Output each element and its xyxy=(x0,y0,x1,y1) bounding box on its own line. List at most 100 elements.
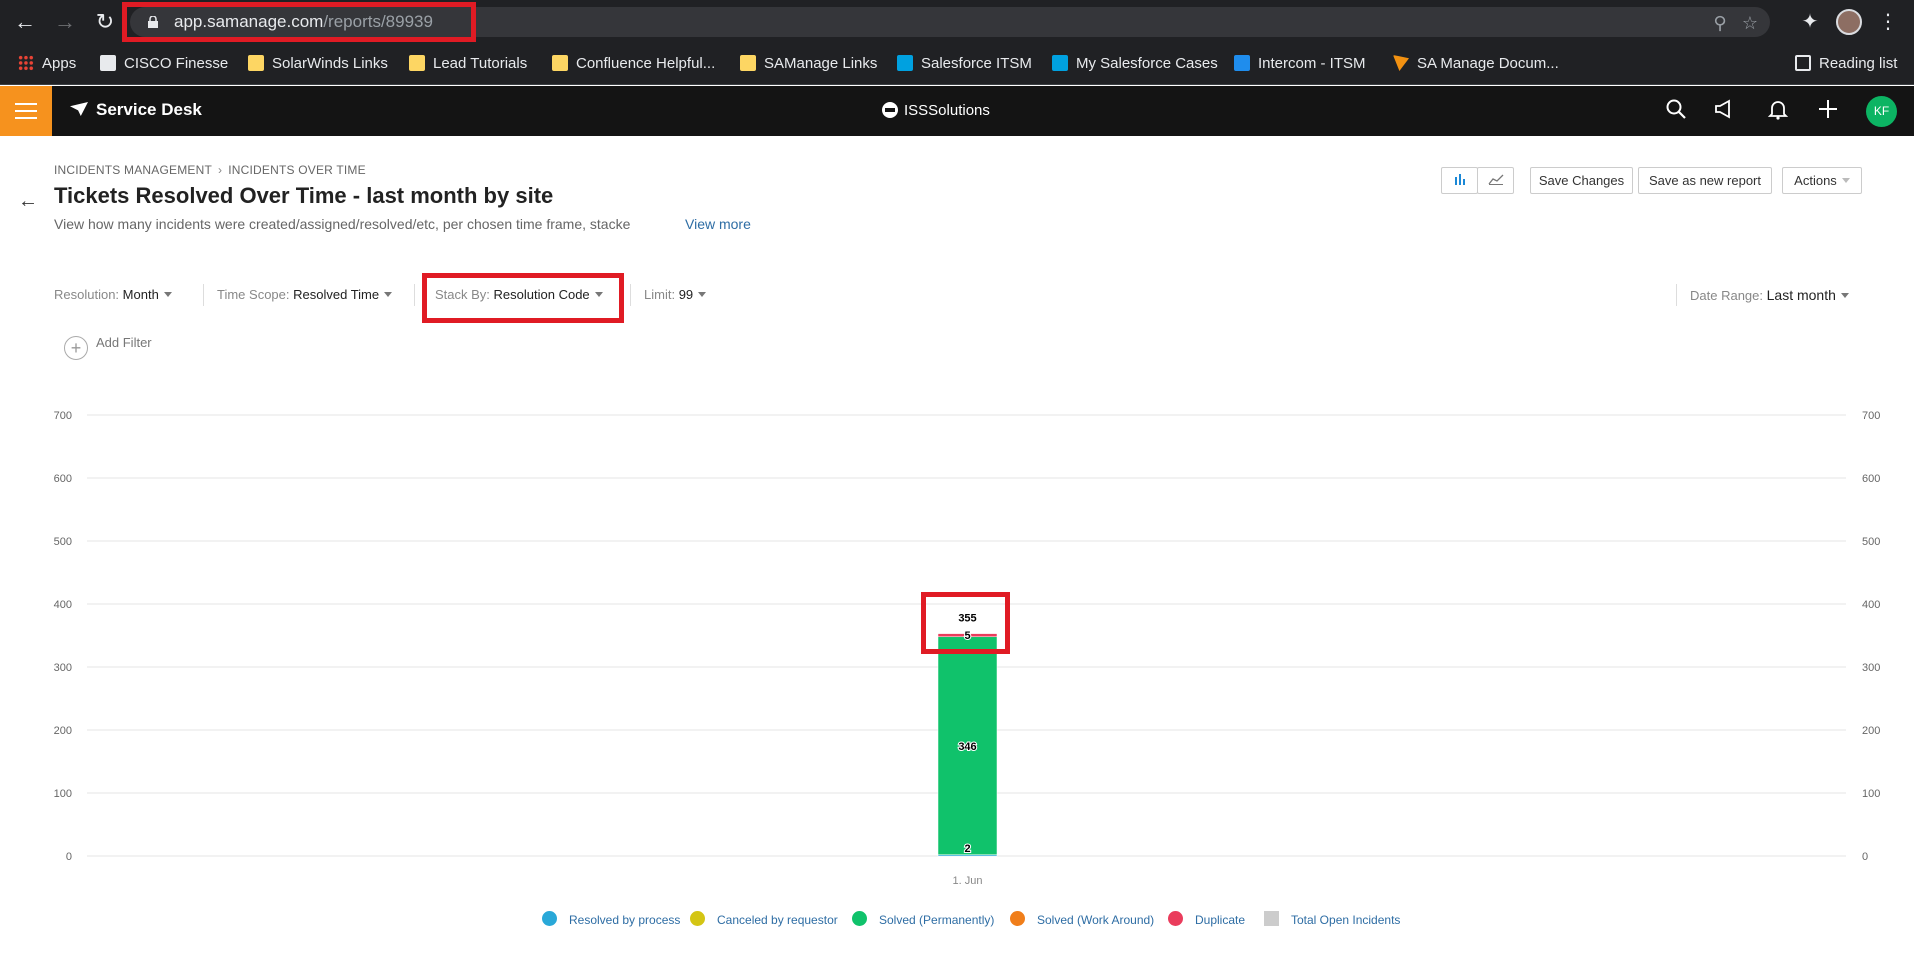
bookmark-my-salesforce-cases[interactable]: My Salesforce Cases xyxy=(1052,53,1218,75)
plus-circle-icon: + xyxy=(64,336,88,360)
legend-item[interactable]: Solved (Work Around) xyxy=(1010,911,1154,927)
breadcrumb-item-incidents-over-time[interactable]: INCIDENTS OVER TIME xyxy=(228,163,366,177)
legend-item[interactable]: Total Open Incidents xyxy=(1264,911,1400,927)
menu-icon[interactable]: ⋮ xyxy=(1876,10,1900,34)
filter-divider xyxy=(630,284,631,306)
intercom-icon xyxy=(1234,55,1250,71)
stack-by-highlight-box xyxy=(422,273,624,323)
y-tick-label-right: 300 xyxy=(1862,662,1880,674)
org-icon xyxy=(882,102,898,118)
legend-label: Resolved by process xyxy=(569,913,681,927)
legend-item[interactable]: Resolved by process xyxy=(542,911,680,927)
date-range-filter[interactable]: Date Range: Last month xyxy=(1690,287,1849,303)
y-tick-label-right: 400 xyxy=(1862,599,1880,611)
bookmark-samanage-links[interactable]: SAManage Links xyxy=(740,53,877,75)
bookmark-lead-tutorials[interactable]: Lead Tutorials xyxy=(409,53,527,75)
back-arrow-icon[interactable]: ← xyxy=(18,190,38,213)
limit-filter[interactable]: Limit: 99 xyxy=(644,287,707,302)
save-changes-button[interactable]: Save Changes xyxy=(1530,167,1633,194)
search-icon[interactable] xyxy=(1663,98,1689,124)
y-tick-label-right: 100 xyxy=(1862,788,1880,800)
legend-item[interactable]: Duplicate xyxy=(1168,911,1245,927)
actions-dropdown[interactable]: Actions xyxy=(1782,167,1862,194)
filter-divider xyxy=(1676,284,1677,306)
salesforce-icon xyxy=(1052,55,1068,71)
folder-icon xyxy=(409,55,425,71)
chevron-down-icon xyxy=(163,292,172,297)
folder-icon xyxy=(248,55,264,71)
globe-icon xyxy=(100,55,116,71)
y-tick-label-left: 700 xyxy=(54,410,72,422)
save-as-new-report-button[interactable]: Save as new report xyxy=(1638,167,1772,194)
star-icon[interactable]: ☆ xyxy=(1740,13,1760,33)
view-more-link[interactable]: View more xyxy=(685,216,751,232)
y-tick-label-right: 500 xyxy=(1862,536,1880,548)
legend-marker-icon xyxy=(1264,911,1279,926)
announcement-icon[interactable] xyxy=(1711,98,1737,124)
resolution-filter[interactable]: Resolution: Month xyxy=(54,287,172,302)
brand[interactable]: Service Desk xyxy=(70,100,202,120)
y-tick-label-right: 600 xyxy=(1862,473,1880,485)
chevron-down-icon xyxy=(384,292,393,297)
legend-marker-icon xyxy=(1168,911,1183,926)
legend-marker-icon xyxy=(690,911,705,926)
y-tick-label-right: 200 xyxy=(1862,725,1880,737)
legend-label: Solved (Permanently) xyxy=(879,913,995,927)
salesforce-icon xyxy=(897,55,913,71)
y-tick-label-left: 0 xyxy=(66,851,72,863)
bar-chart-toggle[interactable] xyxy=(1441,167,1478,194)
hamburger-menu-icon[interactable] xyxy=(0,86,52,136)
report-description: View how many incidents were created/ass… xyxy=(54,216,631,232)
legend-label: Solved (Work Around) xyxy=(1037,913,1155,927)
filter-divider xyxy=(414,284,415,306)
bookmark-samanage-docs[interactable]: SA Manage Docum... xyxy=(1393,53,1559,75)
bell-icon[interactable] xyxy=(1765,98,1791,124)
legend-label: Duplicate xyxy=(1195,913,1246,927)
reading-list[interactable]: Reading list xyxy=(1795,53,1897,75)
bookmark-solarwinds-links[interactable]: SolarWinds Links xyxy=(248,53,388,75)
add-icon[interactable] xyxy=(1815,98,1841,124)
zoom-icon[interactable]: ⚲ xyxy=(1710,13,1730,33)
apps-grid-icon xyxy=(18,55,34,71)
profile-avatar[interactable] xyxy=(1836,9,1862,35)
chevron-right-icon: › xyxy=(218,163,223,177)
bookmark-confluence[interactable]: Confluence Helpful... xyxy=(552,53,715,75)
reload-icon[interactable]: ↻ xyxy=(93,10,117,34)
legend-marker-icon xyxy=(542,911,557,926)
y-tick-label-left: 600 xyxy=(54,473,72,485)
samanage-icon xyxy=(1393,55,1409,71)
bookmark-salesforce-itsm[interactable]: Salesforce ITSM xyxy=(897,53,1032,75)
chevron-down-icon xyxy=(1841,178,1850,183)
legend-marker-icon xyxy=(852,911,867,926)
y-tick-label-right: 0 xyxy=(1862,851,1868,863)
bar-segment-label: 346 xyxy=(958,741,976,753)
back-icon[interactable]: ← xyxy=(13,10,37,34)
page-title: Tickets Resolved Over Time - last month … xyxy=(54,183,554,208)
org-switcher[interactable]: ISSSolutions xyxy=(882,102,990,119)
extensions-icon[interactable]: ✦ xyxy=(1798,10,1822,34)
folder-icon xyxy=(552,55,568,71)
legend-label: Canceled by requestor xyxy=(717,913,838,927)
legend-item[interactable]: Solved (Permanently) xyxy=(852,911,994,927)
y-tick-label-right: 700 xyxy=(1862,410,1880,422)
bookmark-cisco-finesse[interactable]: CISCO Finesse xyxy=(100,53,228,75)
bookmarks-bar: Apps CISCO Finesse SolarWinds Links Lead… xyxy=(0,44,1914,85)
add-filter-button[interactable]: + Add Filter xyxy=(64,335,152,360)
bar-segment-label: 2 xyxy=(964,843,970,855)
filter-divider xyxy=(203,284,204,306)
breadcrumb-item-incidents-management[interactable]: INCIDENTS MANAGEMENT xyxy=(54,163,212,177)
url-highlight-box xyxy=(122,2,476,42)
chevron-down-icon xyxy=(1840,293,1849,298)
total-highlight-box xyxy=(921,592,1010,654)
browser-toolbar: ← → ↻ app.samanage.com/reports/89939 ⚲ ☆… xyxy=(0,0,1914,44)
service-desk-logo-icon xyxy=(70,102,88,116)
time-scope-filter[interactable]: Time Scope: Resolved Time xyxy=(217,287,393,302)
bookmark-intercom[interactable]: Intercom - ITSM xyxy=(1234,53,1366,75)
legend-item[interactable]: Canceled by requestor xyxy=(690,911,838,927)
x-tick-label: 1. Jun xyxy=(953,875,983,887)
user-avatar[interactable]: KF xyxy=(1866,96,1897,127)
line-chart-toggle[interactable] xyxy=(1477,167,1514,194)
bookmark-apps[interactable]: Apps xyxy=(18,53,76,75)
forward-icon[interactable]: → xyxy=(53,10,77,34)
legend-label: Total Open Incidents xyxy=(1291,913,1401,927)
